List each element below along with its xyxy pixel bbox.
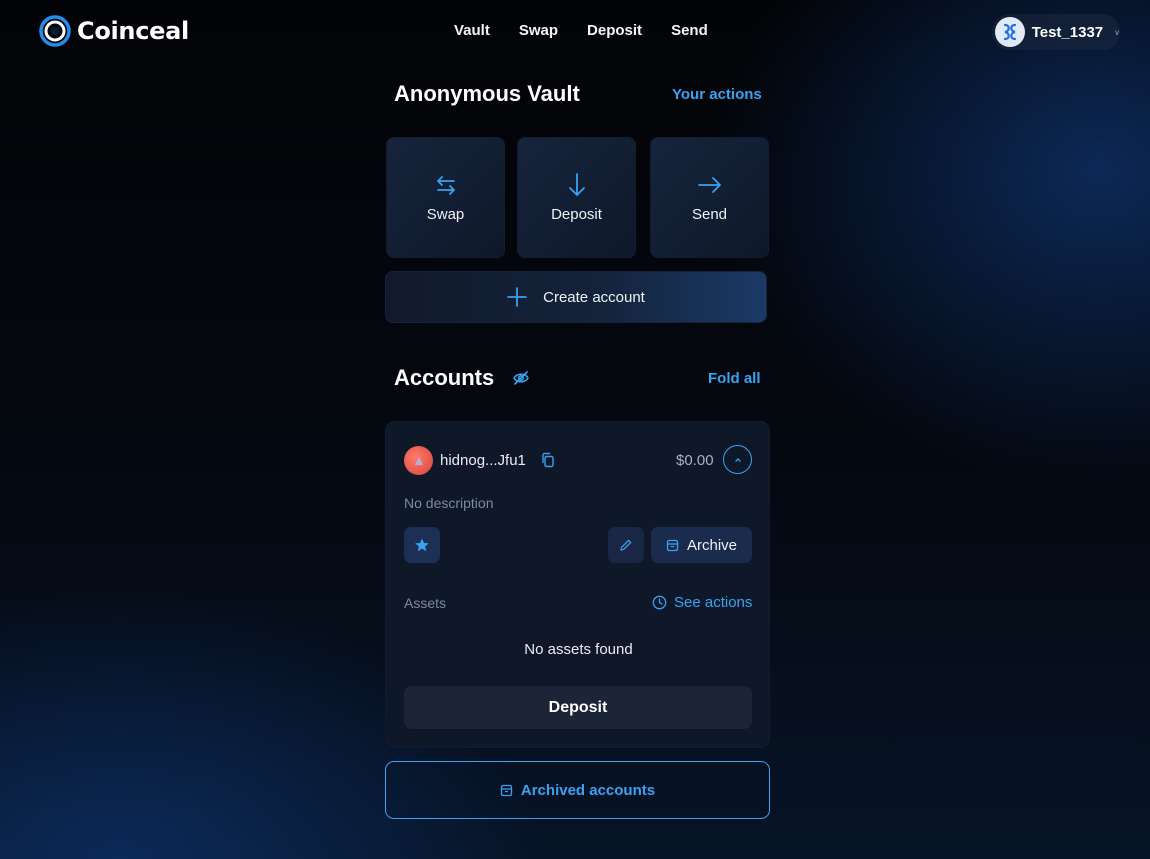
account-avatar <box>404 446 433 475</box>
see-actions-link[interactable]: See actions <box>652 594 752 611</box>
archived-accounts-label: Archived accounts <box>520 781 656 799</box>
chevron-up-icon <box>734 457 741 462</box>
plus-icon <box>507 287 528 307</box>
swap-action-card[interactable]: Swap <box>386 137 505 258</box>
clock-icon <box>652 595 667 610</box>
app-logo[interactable]: Coinceal <box>39 15 189 47</box>
account-card: hidnog...Jfu1 $0.00 No description Archi… <box>385 421 770 748</box>
main-nav: Vault Swap Deposit Send <box>454 22 708 39</box>
user-menu[interactable]: Test_1337 ∨ <box>992 14 1120 50</box>
edit-account-button[interactable] <box>608 527 644 563</box>
account-avatar-icon <box>414 456 423 465</box>
account-deposit-button[interactable]: Deposit <box>404 686 752 729</box>
favorite-button[interactable] <box>404 527 440 563</box>
account-balance: $0.00 <box>676 452 714 469</box>
account-deposit-label: Deposit <box>548 698 608 716</box>
user-avatar-icon <box>1003 23 1016 41</box>
nav-item-vault[interactable]: Vault <box>454 22 490 39</box>
archive-label: Archive <box>686 536 738 554</box>
star-icon <box>415 538 429 552</box>
deposit-action-label: Deposit <box>551 206 602 223</box>
app-name: Coinceal <box>77 17 189 45</box>
archived-accounts-button[interactable]: Archived accounts <box>385 761 770 819</box>
send-action-card[interactable]: Send <box>650 137 769 258</box>
accounts-title: Accounts <box>394 365 495 390</box>
nav-item-deposit[interactable]: Deposit <box>587 22 642 39</box>
archive-icon <box>666 539 679 551</box>
send-action-label: Send <box>691 206 728 223</box>
arrow-right-icon <box>697 177 721 193</box>
create-account-label: Create account <box>543 288 645 306</box>
copy-icon[interactable] <box>540 452 556 468</box>
swap-action-label: Swap <box>426 206 465 223</box>
vault-title: Anonymous Vault <box>394 81 580 106</box>
collapse-account-button[interactable] <box>723 445 752 474</box>
nav-item-send[interactable]: Send <box>671 22 708 39</box>
your-actions-link[interactable]: Your actions <box>672 86 762 103</box>
account-name: hidnog...Jfu1 <box>440 452 526 469</box>
create-account-button[interactable]: Create account <box>385 271 767 323</box>
assets-label: Assets <box>404 595 447 611</box>
see-actions-label: See actions <box>674 594 753 611</box>
archive-button[interactable]: Archive <box>651 527 752 563</box>
pencil-icon <box>620 539 632 551</box>
eye-off-icon[interactable] <box>513 370 529 386</box>
arrow-down-icon <box>568 173 585 196</box>
swap-arrows-icon <box>436 176 455 195</box>
user-name: Test_1337 <box>1031 23 1104 41</box>
deposit-action-card[interactable]: Deposit <box>517 137 636 258</box>
no-assets-message: No assets found <box>524 641 633 658</box>
chevron-down-icon: ∨ <box>1114 27 1120 37</box>
archive-icon <box>500 784 513 796</box>
account-description: No description <box>404 495 494 511</box>
nav-item-swap[interactable]: Swap <box>519 22 558 39</box>
coinceal-logo-icon <box>39 15 71 47</box>
fold-all-link[interactable]: Fold all <box>708 370 761 387</box>
avatar <box>995 17 1025 47</box>
